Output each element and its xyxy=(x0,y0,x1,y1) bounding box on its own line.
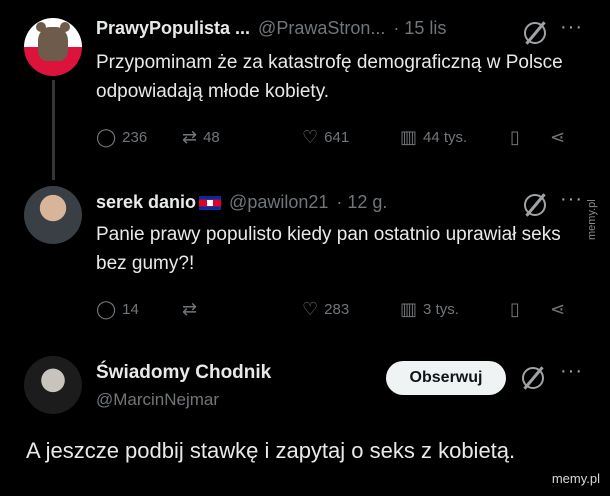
reply-count: 236 xyxy=(122,128,148,146)
action-bar: ◯ 14 ⇄ ♡ 283 ▥ 3 tys. ▯ ⋖ xyxy=(96,300,586,318)
reply-button[interactable]: ◯ 236 xyxy=(96,128,182,146)
share-icon: ⋖ xyxy=(550,127,566,147)
share-button[interactable]: ⋖ xyxy=(550,128,565,146)
display-name[interactable]: PrawyPopulista ... xyxy=(96,18,250,39)
grok-icon[interactable] xyxy=(524,194,546,216)
like-icon: ♡ xyxy=(302,299,319,319)
reply-button[interactable]: ◯ 14 xyxy=(96,300,182,318)
user-handle[interactable]: @pawilon21 xyxy=(229,192,328,213)
like-count: 641 xyxy=(324,128,350,146)
more-icon[interactable]: ··· xyxy=(560,360,583,383)
bookmark-button[interactable]: ▯ xyxy=(510,128,550,146)
tweet-text: Panie prawy populisto kiedy pan ostatnio… xyxy=(96,224,561,274)
grok-icon[interactable] xyxy=(522,367,544,389)
views-icon: ▥ xyxy=(400,299,418,319)
avatar[interactable] xyxy=(24,18,82,76)
like-button[interactable]: ♡ 283 xyxy=(302,300,400,318)
watermark-bottom: memy.pl xyxy=(551,471,600,486)
bookmark-icon: ▯ xyxy=(510,127,520,147)
reply-icon: ◯ xyxy=(96,127,117,147)
tweet-header: PrawyPopulista ... @PrawaStron... · 15 l… xyxy=(96,18,446,39)
like-button[interactable]: ♡ 641 xyxy=(302,128,400,146)
like-icon: ♡ xyxy=(302,127,319,147)
retweet-count: 48 xyxy=(203,128,220,146)
retweet-button[interactable]: ⇄ 48 xyxy=(182,128,302,146)
grok-icon[interactable] xyxy=(524,22,546,44)
avatar[interactable] xyxy=(24,356,82,414)
reply-icon: ◯ xyxy=(96,299,117,319)
more-icon[interactable]: ··· xyxy=(560,188,583,211)
action-bar: ◯ 236 ⇄ 48 ♡ 641 ▥ 44 tys. ▯ ⋖ xyxy=(96,128,586,146)
tweet-header: serek danio @pawilon21 · 12 g. xyxy=(96,192,387,213)
bookmark-icon: ▯ xyxy=(510,299,520,319)
bear-logo xyxy=(36,22,70,61)
watermark-side: memy.pl xyxy=(586,199,598,240)
avatar[interactable] xyxy=(24,186,82,244)
view-count: 3 tys. xyxy=(423,300,459,318)
timestamp[interactable]: · 12 g. xyxy=(336,192,387,213)
more-icon[interactable]: ··· xyxy=(560,16,583,39)
share-icon: ⋖ xyxy=(550,299,566,319)
tweet-text: Przypominam że za katastrofę demograficz… xyxy=(96,52,563,102)
bookmark-button[interactable]: ▯ xyxy=(510,300,550,318)
like-count: 283 xyxy=(324,300,350,318)
tweet-text: A jeszcze podbij stawkę i zapytaj o seks… xyxy=(26,438,516,463)
retweet-icon: ⇄ xyxy=(182,299,198,319)
user-handle[interactable]: @MarcinNejmar xyxy=(96,390,219,410)
views-button[interactable]: ▥ 3 tys. xyxy=(400,300,510,318)
views-icon: ▥ xyxy=(400,127,418,147)
views-button[interactable]: ▥ 44 tys. xyxy=(400,128,510,146)
thread-line xyxy=(52,80,55,180)
user-handle[interactable]: @PrawaStron... xyxy=(258,18,385,39)
cambodia-flag-icon xyxy=(199,195,222,210)
view-count: 44 tys. xyxy=(423,128,468,146)
follow-button[interactable]: Obserwuj xyxy=(386,361,506,395)
retweet-button[interactable]: ⇄ xyxy=(182,300,302,318)
display-name[interactable]: serek danio xyxy=(96,192,196,213)
reply-count: 14 xyxy=(122,300,139,318)
timestamp[interactable]: · 15 lis xyxy=(393,18,446,39)
share-button[interactable]: ⋖ xyxy=(550,300,565,318)
retweet-icon: ⇄ xyxy=(182,127,198,147)
display-name[interactable]: Świadomy Chodnik xyxy=(96,362,271,384)
